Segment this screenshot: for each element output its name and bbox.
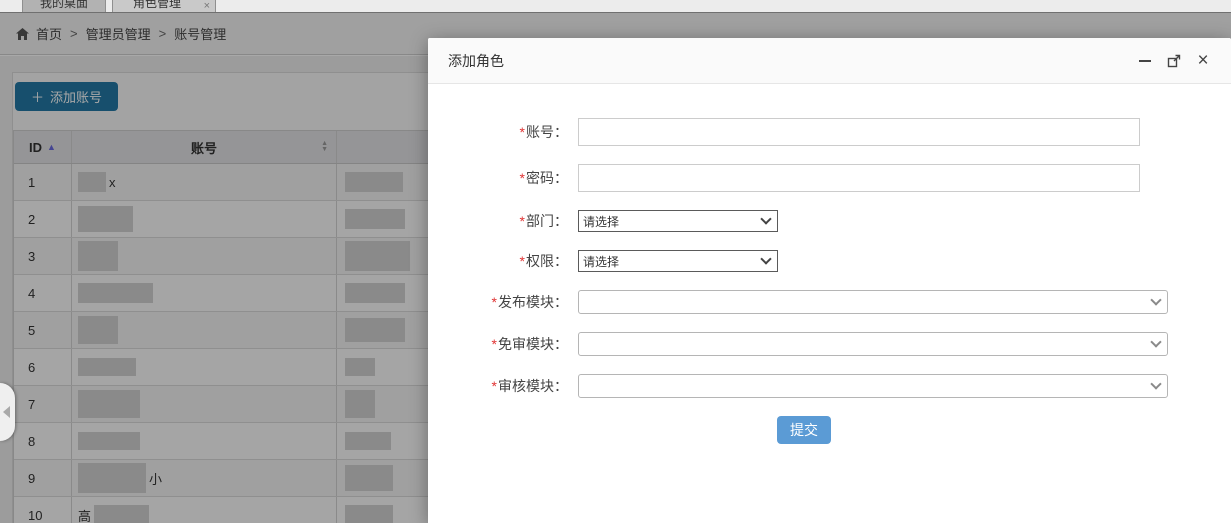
- form-row-review-module: *审核模块：: [428, 374, 1231, 398]
- maximize-icon[interactable]: [1166, 53, 1182, 69]
- password-input[interactable]: [578, 164, 1140, 192]
- add-role-dialog: 添加角色 × *账号： *密码： *部门： 请选择 *权限： 请选择 *发布模块： *免审模块…: [428, 38, 1231, 523]
- required-asterisk: *: [492, 294, 497, 310]
- chevron-down-icon: [760, 253, 771, 264]
- tab-my-desktop[interactable]: 我的桌面: [22, 0, 106, 12]
- account-input[interactable]: [578, 118, 1140, 146]
- form-row-exempt-module: *免审模块：: [428, 332, 1231, 356]
- add-role-form: *账号： *密码： *部门： 请选择 *权限： 请选择 *发布模块： *免审模块： *审核模块：…: [428, 84, 1231, 444]
- department-label: *部门：: [428, 211, 578, 231]
- tab-close-icon[interactable]: ×: [204, 1, 210, 12]
- required-asterisk: *: [492, 336, 497, 352]
- tab-bar: 我的桌面 角色管理 ×: [0, 0, 1231, 12]
- permission-selected-value: 请选择: [583, 253, 619, 270]
- form-row-permission: *权限： 请选择: [428, 250, 1231, 272]
- department-select[interactable]: 请选择: [578, 210, 778, 232]
- collapse-left-icon: [3, 406, 10, 418]
- review-module-select[interactable]: [578, 374, 1168, 398]
- account-label: *账号：: [428, 122, 578, 142]
- close-icon[interactable]: ×: [1195, 53, 1211, 69]
- minimize-icon[interactable]: [1137, 53, 1153, 69]
- required-asterisk: *: [520, 253, 525, 269]
- tab-role-management[interactable]: 角色管理 ×: [112, 0, 216, 12]
- chevron-down-icon: [1150, 294, 1161, 305]
- required-asterisk: *: [492, 378, 497, 394]
- permission-label: *权限：: [428, 251, 578, 271]
- password-label: *密码：: [428, 168, 578, 188]
- required-asterisk: *: [520, 124, 525, 140]
- required-asterisk: *: [520, 170, 525, 186]
- required-asterisk: *: [520, 213, 525, 229]
- exempt-module-select[interactable]: [578, 332, 1168, 356]
- dialog-header: 添加角色 ×: [428, 38, 1231, 84]
- submit-button[interactable]: 提交: [777, 416, 831, 444]
- form-row-publish-module: *发布模块：: [428, 290, 1231, 314]
- dialog-title: 添加角色: [448, 51, 504, 71]
- chevron-down-icon: [1150, 378, 1161, 389]
- form-row-account: *账号：: [428, 118, 1231, 146]
- publish-module-select[interactable]: [578, 290, 1168, 314]
- review-module-label: *审核模块：: [428, 376, 578, 396]
- exempt-module-label: *免审模块：: [428, 334, 578, 354]
- form-row-department: *部门： 请选择: [428, 210, 1231, 232]
- chevron-down-icon: [1150, 336, 1161, 347]
- publish-module-label: *发布模块：: [428, 292, 578, 312]
- permission-select[interactable]: 请选择: [578, 250, 778, 272]
- department-selected-value: 请选择: [583, 213, 619, 230]
- tab-label: 角色管理: [133, 0, 181, 10]
- chevron-down-icon: [760, 213, 771, 224]
- sidebar-collapse-handle[interactable]: [0, 383, 15, 441]
- form-row-password: *密码：: [428, 164, 1231, 192]
